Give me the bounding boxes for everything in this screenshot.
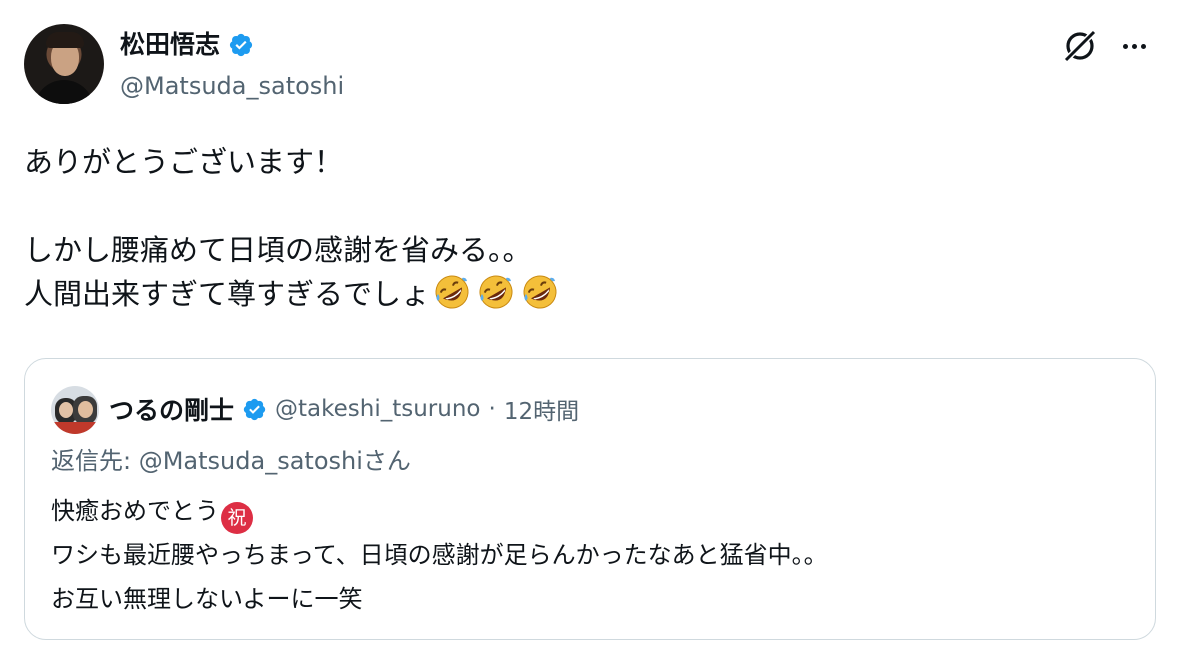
quoted-line: ワシも最近腰やっちまって、日頃の感謝が足らんかったなあと猛省中。。 [51,541,828,569]
tweet-line: ありがとうございます！ [24,145,344,179]
emoji-group [432,272,560,312]
tweet-text: ありがとうございます！ しかし腰痛めて日頃の感謝を省みる。。 人間出来すぎて尊す… [24,140,1144,316]
quoted-display-name[interactable]: つるの剛士 [109,391,234,427]
quoted-text: 快癒おめでとう祝 ワシも最近腰やっちまって、日頃の感謝が足らんかったなあと猛省中… [51,489,1131,621]
verified-badge-icon [229,33,253,57]
separator-dot: · [488,396,496,422]
more-options-icon[interactable] [1116,30,1152,62]
author-handle[interactable]: @Matsuda_satoshi [120,70,344,102]
celebrate-emoji-icon: 祝 [221,502,253,534]
author-display-name[interactable]: 松田悟志 [120,28,220,62]
quoted-header: つるの剛士 @takeshi_tsuruno · 12時間 [109,389,579,429]
grok-icon[interactable] [1060,26,1100,66]
tweet: 松田悟志 @Matsuda_satoshi ありがとうございます！ しかし腰痛め… [0,0,1182,668]
reply-to-label: 返信先: @Matsuda_satoshiさん [51,447,411,475]
verified-badge-icon [243,398,266,420]
tweet-line: 人間出来すぎて尊すぎるでしょ [24,277,431,311]
quoted-handle[interactable]: @takeshi_tsuruno [275,396,480,422]
rofl-emoji-icon [479,275,513,309]
author-avatar[interactable] [24,24,104,104]
rofl-emoji-icon [435,275,469,309]
author-name-row[interactable]: 松田悟志 [120,28,254,62]
quoted-tweet[interactable]: つるの剛士 @takeshi_tsuruno · 12時間 返信先: @Mats… [24,358,1156,640]
quoted-line-with-emoji: 快癒おめでとう祝 [51,489,1131,534]
tweet-line-with-emoji: 人間出来すぎて尊すぎるでしょ [24,272,1144,316]
tweet-line: しかし腰痛めて日頃の感謝を省みる。。 [24,233,532,267]
quoted-line: お互い無理しないよーに一笑 [51,585,363,613]
quoted-author-avatar[interactable] [51,386,99,434]
quoted-timestamp[interactable]: 12時間 [504,392,579,426]
quoted-line: 快癒おめでとう [51,497,219,525]
rofl-emoji-icon [523,275,557,309]
